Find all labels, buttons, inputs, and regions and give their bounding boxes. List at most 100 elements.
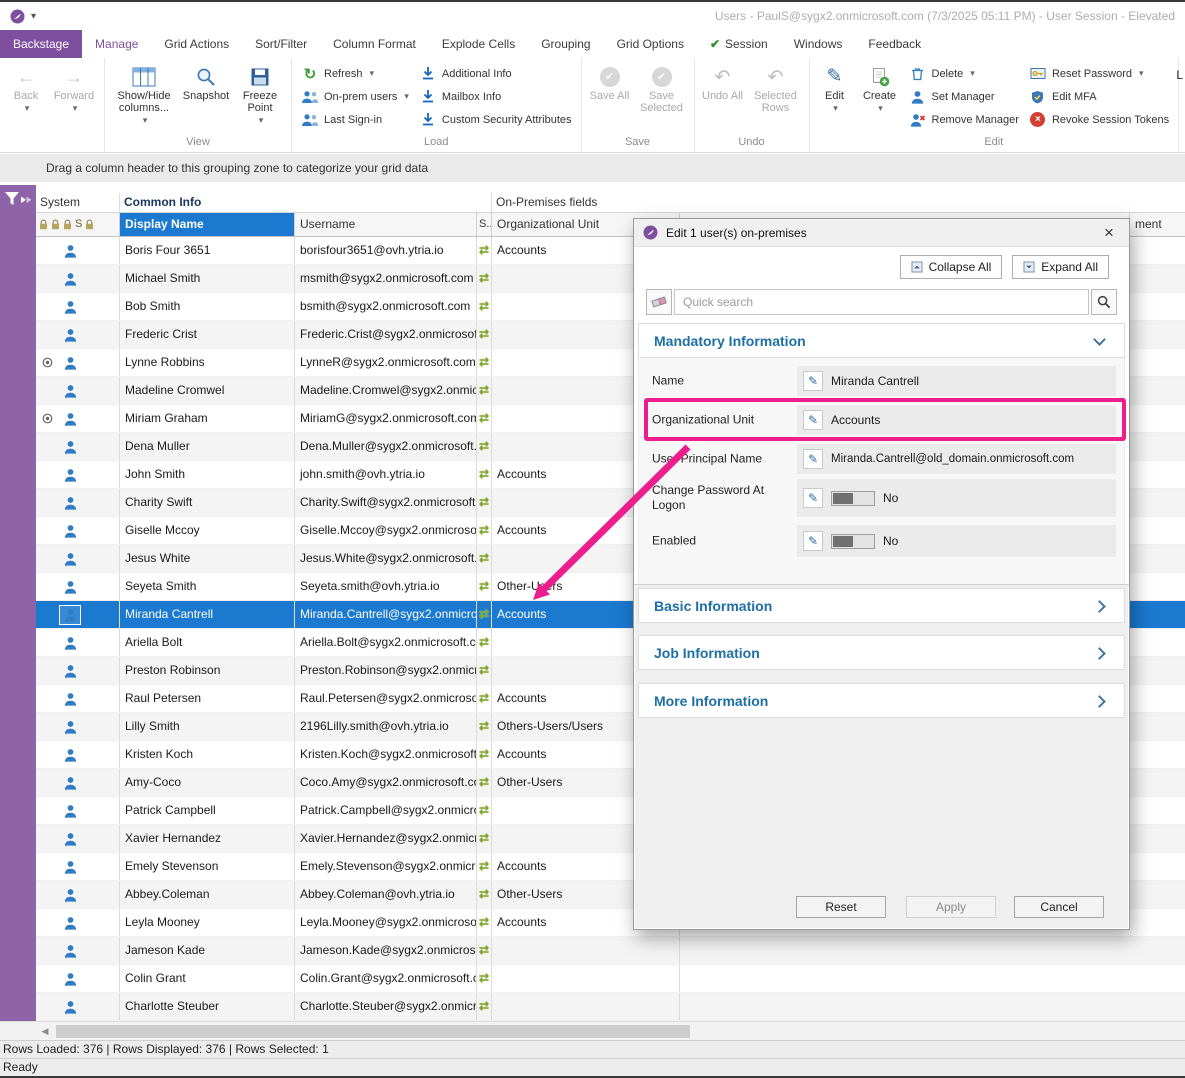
- ribbon-snapshot-button[interactable]: Snapshot: [180, 60, 232, 132]
- display-name-cell[interactable]: Amy-Coco: [120, 769, 295, 796]
- username-cell[interactable]: Preston.Robinson@sygx2.onmicrosoft.com: [295, 657, 477, 684]
- column-header-sync[interactable]: S...: [477, 213, 492, 237]
- section-mandatory-information[interactable]: Mandatory Information: [638, 323, 1125, 358]
- display-name-cell[interactable]: Lilly Smith: [120, 713, 295, 740]
- display-name-cell[interactable]: Frederic Crist: [120, 321, 295, 348]
- username-cell[interactable]: Leyla.Mooney@sygx2.onmicrosoft.com: [295, 909, 477, 936]
- system-columns-header[interactable]: S: [36, 213, 120, 237]
- app-menu-caret-icon[interactable]: ▾: [31, 11, 36, 22]
- username-cell[interactable]: bsmith@sygx2.onmicrosoft.com: [295, 293, 477, 320]
- username-cell[interactable]: msmith@sygx2.onmicrosoft.com: [295, 265, 477, 292]
- enabled-toggle[interactable]: [831, 534, 875, 549]
- ribbon-freeze-point-button[interactable]: Freeze Point▾: [234, 60, 286, 132]
- display-name-cell[interactable]: Madeline Cromwel: [120, 377, 295, 404]
- username-cell[interactable]: Jesus.White@sygx2.onmicrosoft.com: [295, 545, 477, 572]
- grouping-zone[interactable]: Drag a column header to this grouping zo…: [0, 154, 1185, 182]
- tab-windows[interactable]: Windows: [781, 30, 856, 58]
- ribbon-refresh-button[interactable]: ↻Refresh▾: [297, 62, 413, 85]
- field-ou-value[interactable]: Accounts: [831, 413, 880, 427]
- collapse-all-button[interactable]: Collapse All: [900, 255, 1003, 279]
- display-name-cell[interactable]: Bob Smith: [120, 293, 295, 320]
- cancel-button[interactable]: Cancel: [1014, 896, 1104, 918]
- tab-session[interactable]: ✔Session: [697, 30, 781, 58]
- tab-feedback[interactable]: Feedback: [855, 30, 934, 58]
- username-cell[interactable]: Kristen.Koch@sygx2.onmicrosoft.com: [295, 741, 477, 768]
- username-cell[interactable]: Abbey.Coleman@ovh.ytria.io: [295, 881, 477, 908]
- username-cell[interactable]: 2196Lilly.smith@ovh.ytria.io: [295, 713, 477, 740]
- display-name-cell[interactable]: Jesus White: [120, 545, 295, 572]
- ribbon-revoke-session-tokens-button[interactable]: ×Revoke Session Tokens: [1025, 108, 1173, 131]
- tab-grouping[interactable]: Grouping: [528, 30, 603, 58]
- ribbon-save-selected-button[interactable]: ✔Save Selected: [635, 60, 689, 132]
- horizontal-scrollbar[interactable]: ◀: [0, 1021, 1185, 1040]
- display-name-cell[interactable]: Emely Stevenson: [120, 853, 295, 880]
- edit-pencil-icon[interactable]: ✎: [803, 531, 823, 551]
- username-cell[interactable]: Dena.Muller@sygx2.onmicrosoft.com: [295, 433, 477, 460]
- username-cell[interactable]: LynneR@sygx2.onmicrosoft.com: [295, 349, 477, 376]
- tab-grid-options[interactable]: Grid Options: [604, 30, 697, 58]
- tab-backstage[interactable]: Backstage: [0, 30, 82, 58]
- edit-pencil-icon[interactable]: ✎: [803, 488, 823, 508]
- ribbon-remove-manager-button[interactable]: Remove Manager: [905, 108, 1023, 131]
- section-job-information[interactable]: Job Information: [638, 635, 1125, 670]
- display-name-cell[interactable]: Dena Muller: [120, 433, 295, 460]
- apply-button[interactable]: Apply: [906, 896, 996, 918]
- column-header-clipped-department[interactable]: ment: [1130, 213, 1185, 237]
- username-cell[interactable]: Madeline.Cromwel@sygx2.onmicrosoft.com: [295, 377, 477, 404]
- ribbon-on-prem-users-button[interactable]: On-prem users▾: [297, 85, 413, 108]
- ribbon-edit-mfa-button[interactable]: Edit MFA: [1025, 85, 1173, 108]
- field-name-value[interactable]: Miranda Cantrell: [831, 374, 919, 388]
- tab-column-format[interactable]: Column Format: [320, 30, 429, 58]
- app-logo-icon[interactable]: [10, 9, 25, 24]
- display-name-cell[interactable]: Miranda Cantrell: [120, 601, 295, 628]
- display-name-cell[interactable]: Raul Petersen: [120, 685, 295, 712]
- username-cell[interactable]: Seyeta.smith@ovh.ytria.io: [295, 573, 477, 600]
- display-name-cell[interactable]: Preston Robinson: [120, 657, 295, 684]
- ribbon-reset-password-button[interactable]: Reset Password▾: [1025, 62, 1173, 85]
- tab-grid-actions[interactable]: Grid Actions: [151, 30, 242, 58]
- display-name-cell[interactable]: Ariella Bolt: [120, 629, 295, 656]
- username-cell[interactable]: Xavier.Hernandez@sygx2.onmicrosoft.com: [295, 825, 477, 852]
- ribbon-last-sign-in-button[interactable]: Last Sign-in: [297, 108, 413, 131]
- username-cell[interactable]: Emely.Stevenson@sygx2.onmicrosoft.com: [295, 853, 477, 880]
- edit-pencil-icon[interactable]: ✎: [803, 410, 823, 430]
- username-cell[interactable]: borisfour3651@ovh.ytria.io: [295, 237, 477, 264]
- search-button[interactable]: [1091, 289, 1117, 315]
- display-name-cell[interactable]: Xavier Hernandez: [120, 825, 295, 852]
- ribbon-custom-security-attributes-button[interactable]: Custom Security Attributes: [415, 108, 576, 131]
- username-cell[interactable]: Raul.Petersen@sygx2.onmicrosoft.com: [295, 685, 477, 712]
- cpal-toggle[interactable]: [831, 491, 875, 506]
- display-name-cell[interactable]: Michael Smith: [120, 265, 295, 292]
- display-name-cell[interactable]: Boris Four 3651: [120, 237, 295, 264]
- column-header-display-name[interactable]: Display Name: [120, 213, 295, 237]
- ribbon-show-hide-columns-button[interactable]: Show/Hide columns...▾: [110, 60, 178, 132]
- clear-search-button[interactable]: [646, 289, 672, 315]
- display-name-cell[interactable]: Jameson Kade: [120, 937, 295, 964]
- edit-pencil-icon[interactable]: ✎: [803, 371, 823, 391]
- username-cell[interactable]: Frederic.Crist@sygx2.onmicrosoft.com: [295, 321, 477, 348]
- ribbon-delete-button[interactable]: Delete▾: [905, 62, 1023, 85]
- display-name-cell[interactable]: Leyla Mooney: [120, 909, 295, 936]
- display-name-cell[interactable]: Charlotte Steuber: [120, 993, 295, 1020]
- filter-funnel-icon[interactable]: [4, 191, 32, 208]
- grid-row[interactable]: Jameson KadeJameson.Kade@sygx2.onmicroso…: [36, 937, 1185, 965]
- ribbon-forward-button[interactable]: →Forward▾: [49, 60, 99, 132]
- username-cell[interactable]: Colin.Grant@sygx2.onmicrosoft.com: [295, 965, 477, 992]
- reset-button[interactable]: Reset: [796, 896, 886, 918]
- tab-sort-filter[interactable]: Sort/Filter: [242, 30, 320, 58]
- scroll-left-arrow-icon[interactable]: ◀: [36, 1023, 54, 1040]
- ribbon-back-button[interactable]: ←Back▾: [5, 60, 47, 132]
- ribbon-edit-button[interactable]: ✎Edit▾: [815, 60, 855, 132]
- username-cell[interactable]: MiriamG@sygx2.onmicrosoft.com: [295, 405, 477, 432]
- ribbon-mailbox-info-button[interactable]: Mailbox Info: [415, 85, 576, 108]
- ribbon-set-manager-button[interactable]: Set Manager: [905, 85, 1023, 108]
- close-icon[interactable]: ×: [1098, 223, 1120, 243]
- ribbon-undo-all-button[interactable]: ↶Undo All: [700, 60, 746, 132]
- section-basic-information[interactable]: Basic Information: [638, 588, 1125, 623]
- ribbon-save-all-button[interactable]: ✔Save All: [587, 60, 633, 132]
- username-cell[interactable]: Patrick.Campbell@sygx2.onmicrosoft.com: [295, 797, 477, 824]
- organizational-unit-cell[interactable]: [492, 993, 680, 1020]
- quick-search-input[interactable]: [674, 289, 1089, 315]
- username-cell[interactable]: Giselle.Mccoy@sygx2.onmicrosoft.com: [295, 517, 477, 544]
- display-name-cell[interactable]: Seyeta Smith: [120, 573, 295, 600]
